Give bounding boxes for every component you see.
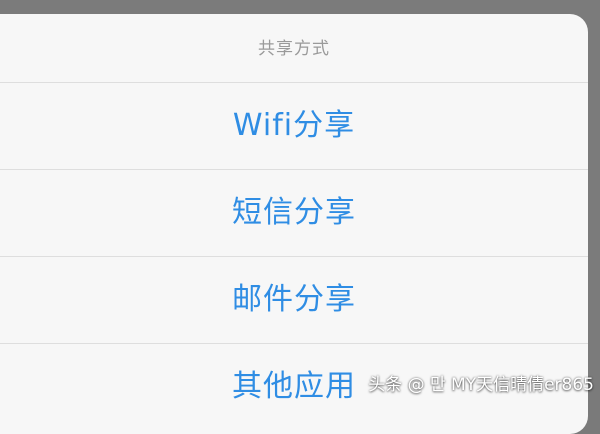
watermark-text: 头条 @ 만 MY天信晴倩er865 (368, 372, 594, 398)
sheet-title: 共享方式 (0, 14, 588, 82)
sms-share-option[interactable]: 短信分享 (0, 170, 588, 256)
email-share-option[interactable]: 邮件分享 (0, 257, 588, 343)
share-action-sheet: 共享方式 Wifi分享 短信分享 邮件分享 其他应用 (0, 14, 588, 434)
wifi-share-option[interactable]: Wifi分享 (0, 83, 588, 169)
